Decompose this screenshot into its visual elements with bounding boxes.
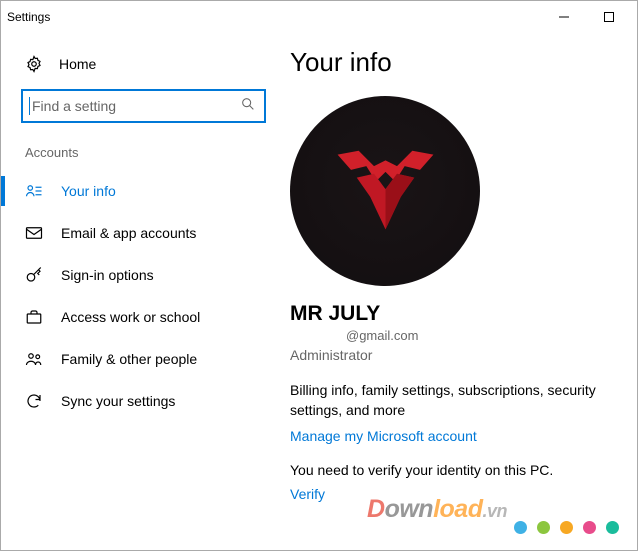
nav-email-accounts[interactable]: Email & app accounts <box>1 212 286 254</box>
decorative-dots <box>514 521 619 534</box>
gear-icon <box>25 55 43 73</box>
user-email: @gmail.com <box>290 328 617 343</box>
page-title: Your info <box>290 47 617 78</box>
home-label: Home <box>59 56 96 72</box>
briefcase-icon <box>25 308 43 326</box>
mail-icon <box>25 224 43 242</box>
section-header-accounts: Accounts <box>1 145 286 170</box>
nav-label: Sync your settings <box>61 393 175 409</box>
text-caret <box>29 97 30 115</box>
maximize-button[interactable] <box>586 2 631 32</box>
nav-sync-settings[interactable]: Sync your settings <box>1 380 286 422</box>
nav-label: Sign-in options <box>61 267 154 283</box>
sidebar: Home Accounts Your info <box>1 33 286 550</box>
home-nav[interactable]: Home <box>1 45 286 89</box>
dot <box>537 521 550 534</box>
window-title: Settings <box>7 10 50 24</box>
verify-identity-text: You need to verify your identity on this… <box>290 462 617 478</box>
avatar <box>290 96 480 286</box>
search-icon <box>240 96 256 117</box>
key-icon <box>25 266 43 284</box>
dot <box>514 521 527 534</box>
nav-label: Family & other people <box>61 351 197 367</box>
search-box[interactable] <box>21 89 266 123</box>
people-icon <box>25 350 43 368</box>
manage-account-link[interactable]: Manage my Microsoft account <box>290 428 617 444</box>
dot <box>560 521 573 534</box>
dot <box>583 521 596 534</box>
main-content: Your info MR JULY @gmail.com Administrat… <box>286 33 637 550</box>
nav-family-people[interactable]: Family & other people <box>1 338 286 380</box>
minimize-button[interactable] <box>541 2 586 32</box>
nav-label: Your info <box>61 183 116 199</box>
avatar-logo-icon <box>328 141 443 241</box>
person-card-icon <box>25 182 43 200</box>
sync-icon <box>25 392 43 410</box>
verify-link[interactable]: Verify <box>290 486 617 502</box>
dot <box>606 521 619 534</box>
search-input[interactable] <box>32 98 240 114</box>
window-titlebar: Settings <box>1 1 637 33</box>
window-controls <box>541 2 631 32</box>
nav-signin-options[interactable]: Sign-in options <box>1 254 286 296</box>
user-role: Administrator <box>290 347 617 363</box>
user-name: MR JULY <box>290 302 617 326</box>
nav-your-info[interactable]: Your info <box>1 170 286 212</box>
nav-label: Access work or school <box>61 309 200 325</box>
nav-label: Email & app accounts <box>61 225 196 241</box>
account-info-text: Billing info, family settings, subscript… <box>290 381 617 420</box>
nav-access-work-school[interactable]: Access work or school <box>1 296 286 338</box>
